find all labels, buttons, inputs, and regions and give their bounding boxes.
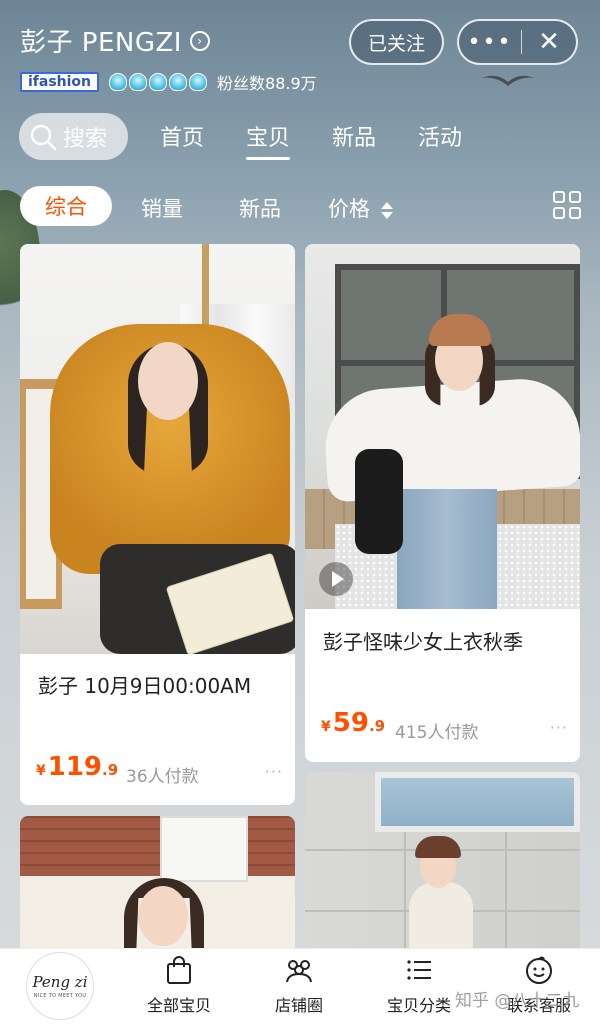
- currency-symbol: ¥: [321, 719, 331, 735]
- product-card[interactable]: [305, 772, 580, 956]
- close-button[interactable]: ✕: [522, 21, 576, 63]
- shop-badges: ifashion 粉丝数88.9万: [20, 70, 317, 94]
- sort-arrows-icon: [380, 201, 393, 219]
- list-icon: [407, 960, 431, 980]
- people-group-icon: [286, 960, 312, 983]
- product-title: 彭子怪味少女上衣秋季: [323, 630, 523, 654]
- crown-icon: [189, 73, 208, 91]
- crown-icon: [129, 73, 148, 91]
- sort-price[interactable]: 价格: [328, 193, 393, 223]
- nav-label: 全部宝贝: [146, 996, 211, 1015]
- sort-overall[interactable]: 综合: [20, 186, 112, 226]
- nav-label: 宝贝分类: [386, 996, 451, 1015]
- product-image: [305, 244, 580, 609]
- crown-icon: [149, 73, 168, 91]
- product-card[interactable]: 彭子怪味少女上衣秋季 ¥ 59 .9 415人付款 ···: [305, 244, 580, 762]
- grid-view-icon[interactable]: [553, 191, 581, 219]
- crown-icon: [169, 73, 188, 91]
- sort-price-label: 价格: [328, 197, 370, 221]
- more-button[interactable]: •••: [459, 21, 521, 63]
- watermark: 知乎 @八十二九: [455, 991, 580, 1011]
- product-price: ¥ 119 .9: [36, 752, 118, 782]
- shop-name: 彭子 PENGZI: [20, 28, 182, 58]
- mini-program-capsule: ••• ✕: [457, 19, 578, 65]
- product-card[interactable]: 彭子 10月9日00:00AM ¥ 119 .9 36人付款 ···: [20, 244, 295, 805]
- product-image: [305, 772, 580, 956]
- price-integer: 59: [332, 708, 369, 738]
- sold-count: 415人付款: [395, 723, 479, 743]
- tab-new[interactable]: 新品: [332, 120, 376, 152]
- chevron-right-icon: ›: [189, 30, 210, 51]
- nav-label: 店铺圈: [274, 996, 323, 1015]
- nav-shop-circle[interactable]: 店铺圈: [244, 954, 354, 1016]
- shop-name-link[interactable]: 彭子 PENGZI ›: [20, 22, 210, 59]
- price-integer: 119: [47, 752, 103, 782]
- ifashion-badge: ifashion: [20, 72, 100, 92]
- fans-count: 粉丝数88.9万: [217, 74, 317, 93]
- product-title: 彭子 10月9日00:00AM: [38, 674, 252, 698]
- crown-icon: [109, 73, 128, 91]
- search-label: 搜索: [63, 126, 108, 152]
- nav-all-products[interactable]: 全部宝贝: [124, 954, 234, 1016]
- sort-sales[interactable]: 销量: [141, 193, 183, 223]
- shop-header: 彭子 PENGZI › ifashion 粉丝数88.9万 已关注 ••• ✕: [0, 0, 600, 110]
- shop-logo[interactable]: Peng zi NICE TO MEET YOU: [26, 952, 94, 1020]
- price-decimal: .9: [368, 717, 386, 735]
- tab-products[interactable]: 宝贝: [246, 120, 291, 160]
- sold-count: 36人付款: [126, 767, 199, 787]
- crown-rating: [109, 73, 208, 91]
- product-price: ¥ 59 .9: [321, 708, 385, 738]
- tab-home[interactable]: 首页: [160, 120, 204, 152]
- follow-button[interactable]: 已关注: [349, 19, 444, 65]
- tab-activity[interactable]: 活动: [418, 120, 462, 152]
- product-card[interactable]: [20, 816, 295, 956]
- price-decimal: .9: [102, 761, 119, 779]
- smiley-service-icon: [526, 956, 552, 984]
- search-icon: [30, 124, 57, 150]
- search-button[interactable]: 搜索: [19, 113, 128, 160]
- logo-text: Peng zi: [32, 973, 88, 991]
- more-options-button[interactable]: ···: [550, 718, 568, 737]
- logo-subtext: NICE TO MEET YOU: [33, 993, 87, 999]
- sort-new[interactable]: 新品: [239, 193, 281, 223]
- more-options-button[interactable]: ···: [265, 762, 283, 781]
- product-image: [20, 816, 295, 956]
- shopping-bag-icon: [167, 956, 191, 984]
- play-video-icon[interactable]: [319, 562, 353, 596]
- currency-symbol: ¥: [36, 763, 46, 779]
- product-image: [20, 244, 295, 654]
